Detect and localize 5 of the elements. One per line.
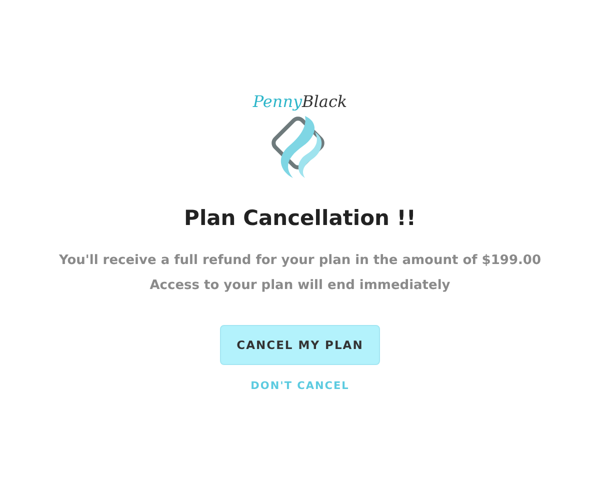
message-text: You'll receive a full refund for your plan in the amount of $199.00 bbox=[58, 252, 542, 270]
message-text: Access to your plan will end immediately bbox=[150, 277, 450, 295]
cancel-plan-button[interactable]: CANCEL MY PLAN bbox=[220, 325, 380, 365]
dialog-title: Plan Cancellation !! bbox=[184, 205, 416, 232]
logo-text: PennyBlack bbox=[252, 92, 348, 112]
